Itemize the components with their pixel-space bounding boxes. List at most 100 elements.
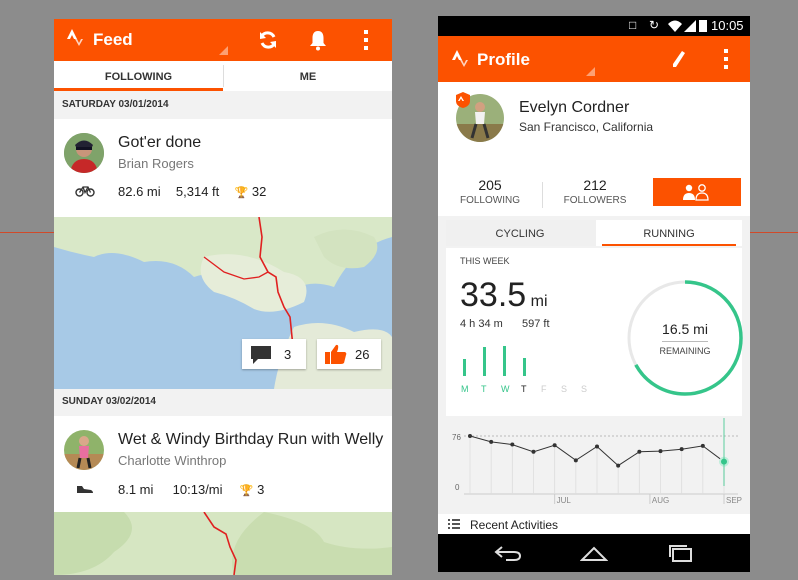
achievements-count: 3 bbox=[257, 482, 265, 497]
activity-map[interactable]: 3 26 bbox=[54, 217, 392, 389]
athlete-location: San Francisco, California bbox=[519, 120, 654, 134]
followers-count: 212 bbox=[583, 177, 607, 193]
profile-action-bar: Profile bbox=[438, 36, 750, 82]
kudos-count: 26 bbox=[355, 347, 370, 362]
recent-activities-label: Recent Activities bbox=[470, 518, 559, 532]
history-chart[interactable]: 76 0 JUL AUG SEP bbox=[438, 418, 750, 512]
spinner-indicator bbox=[219, 46, 228, 55]
history-point[interactable] bbox=[489, 439, 494, 444]
recent-activities-row[interactable]: Recent Activities bbox=[438, 514, 750, 534]
activity-title[interactable]: Wet & Windy Birthday Run with Welly bbox=[118, 431, 383, 449]
activity-map[interactable] bbox=[54, 512, 392, 575]
activity-stats: 82.6 mi 5,314 ft 🏆 32 bbox=[118, 184, 266, 199]
day-label: W bbox=[501, 384, 510, 394]
weekly-distance: 33.5 mi bbox=[460, 276, 548, 315]
tab-me[interactable]: ME bbox=[224, 61, 392, 91]
athlete-name[interactable]: Brian Rogers bbox=[118, 156, 194, 171]
day-bar bbox=[483, 347, 486, 376]
history-point[interactable] bbox=[510, 442, 515, 447]
history-point[interactable] bbox=[637, 449, 642, 454]
athlete-avatar[interactable] bbox=[64, 133, 104, 173]
following-stat[interactable]: 205 FOLLOWING bbox=[438, 174, 542, 216]
history-point[interactable] bbox=[552, 443, 557, 448]
overflow-menu-icon[interactable] bbox=[362, 29, 370, 51]
vibrate-icon: □ bbox=[629, 18, 637, 32]
remaining-divider bbox=[662, 341, 708, 342]
list-icon bbox=[448, 519, 460, 529]
tab-selected-indicator bbox=[54, 88, 223, 91]
find-friends-button[interactable] bbox=[653, 178, 741, 206]
feed-screen: Feed FOLLOWING ME SATURDAY 03/01/2014 Go… bbox=[54, 19, 392, 575]
tab-following[interactable]: FOLLOWING bbox=[54, 61, 223, 91]
feed-tabs: FOLLOWING ME bbox=[54, 61, 392, 91]
athlete-name[interactable]: Charlotte Winthrop bbox=[118, 453, 226, 468]
activity-title[interactable]: Got'er done bbox=[118, 134, 201, 152]
sync-icon: ↻ bbox=[649, 18, 660, 32]
background-line-left bbox=[0, 232, 54, 233]
day-label: F bbox=[541, 384, 547, 394]
activity-date-header: SUNDAY 03/02/2014 bbox=[62, 396, 156, 407]
kudos-thumbs-up-icon bbox=[325, 344, 347, 364]
comments-count: 3 bbox=[284, 347, 292, 362]
followers-stat[interactable]: 212 FOLLOWERS bbox=[543, 174, 647, 216]
pace-value: 10:13/mi bbox=[172, 482, 223, 497]
trophy-icon: 🏆 bbox=[239, 485, 254, 497]
profile-title: Profile bbox=[477, 50, 530, 69]
weekly-summary-card: THIS WEEK 33.5 mi 4 h 34 m 597 ft M T W T F S… bbox=[446, 248, 743, 416]
history-point[interactable] bbox=[700, 443, 705, 448]
tab-running[interactable]: RUNNING bbox=[596, 220, 742, 246]
system-nav-bar bbox=[438, 534, 750, 572]
profile-screen: □ ↻ 10:05 Profile Evelyn Cordner San Fra… bbox=[438, 16, 750, 572]
recent-apps-icon[interactable] bbox=[668, 544, 694, 562]
elevation-value: 5,314 ft bbox=[175, 184, 220, 199]
history-point[interactable] bbox=[616, 463, 621, 468]
day-label: S bbox=[561, 384, 568, 394]
add-friends-icon bbox=[683, 184, 709, 201]
day-labels: MTWTFSS bbox=[460, 384, 600, 396]
weekly-time: 4 h 34 m bbox=[460, 318, 503, 330]
history-point[interactable] bbox=[658, 449, 663, 454]
history-point[interactable] bbox=[595, 444, 599, 449]
signal-icon bbox=[684, 20, 696, 32]
weekly-elevation: 597 ft bbox=[522, 318, 550, 330]
distance-value: 82.6 mi bbox=[118, 184, 161, 199]
home-icon[interactable] bbox=[580, 545, 608, 561]
history-chart-svg: 76 0 JUL AUG SEP bbox=[452, 418, 742, 505]
comment-icon bbox=[251, 346, 271, 364]
trophy-icon: 🏆 bbox=[234, 187, 249, 199]
tab-selected-indicator bbox=[602, 244, 736, 246]
comments-button[interactable]: 3 bbox=[242, 339, 306, 369]
activity-card[interactable]: Wet & Windy Birthday Run with Welly Char… bbox=[54, 416, 392, 575]
kudos-button[interactable]: 26 bbox=[317, 339, 381, 369]
background-line-right bbox=[750, 232, 798, 233]
tab-cycling[interactable]: CYCLING bbox=[446, 220, 594, 246]
history-point[interactable] bbox=[468, 434, 472, 438]
shoe-icon bbox=[77, 486, 93, 493]
activity-card[interactable]: Got'er done Brian Rogers 82.6 mi 5,314 f… bbox=[54, 119, 392, 389]
day-label: S bbox=[581, 384, 588, 394]
month-label: AUG bbox=[652, 496, 669, 505]
status-bar: □ ↻ 10:05 bbox=[438, 16, 750, 36]
day-bar bbox=[503, 346, 506, 376]
athlete-avatar[interactable] bbox=[64, 430, 104, 470]
overflow-menu-icon[interactable] bbox=[722, 48, 730, 70]
feed-action-bar: Feed bbox=[54, 19, 392, 61]
wifi-icon bbox=[668, 20, 682, 32]
notifications-bell-icon[interactable] bbox=[308, 29, 328, 51]
activity-stats: 8.1 mi 10:13/mi 🏆 3 bbox=[118, 482, 264, 497]
month-label: JUL bbox=[557, 496, 572, 505]
day-bar bbox=[523, 358, 526, 376]
feed-title: Feed bbox=[93, 30, 133, 49]
following-label: FOLLOWING bbox=[459, 195, 520, 206]
history-point[interactable] bbox=[679, 447, 684, 452]
history-point[interactable] bbox=[531, 449, 536, 454]
athlete-name: Evelyn Cordner bbox=[519, 99, 630, 116]
refresh-icon[interactable] bbox=[257, 29, 279, 51]
day-label: M bbox=[461, 384, 469, 394]
back-icon[interactable] bbox=[494, 545, 522, 561]
history-point[interactable] bbox=[573, 458, 578, 463]
distance-value: 8.1 mi bbox=[118, 482, 154, 497]
edit-pencil-icon[interactable] bbox=[672, 50, 686, 68]
y-max-label: 76 bbox=[452, 433, 461, 442]
premium-badge-icon bbox=[456, 92, 470, 108]
